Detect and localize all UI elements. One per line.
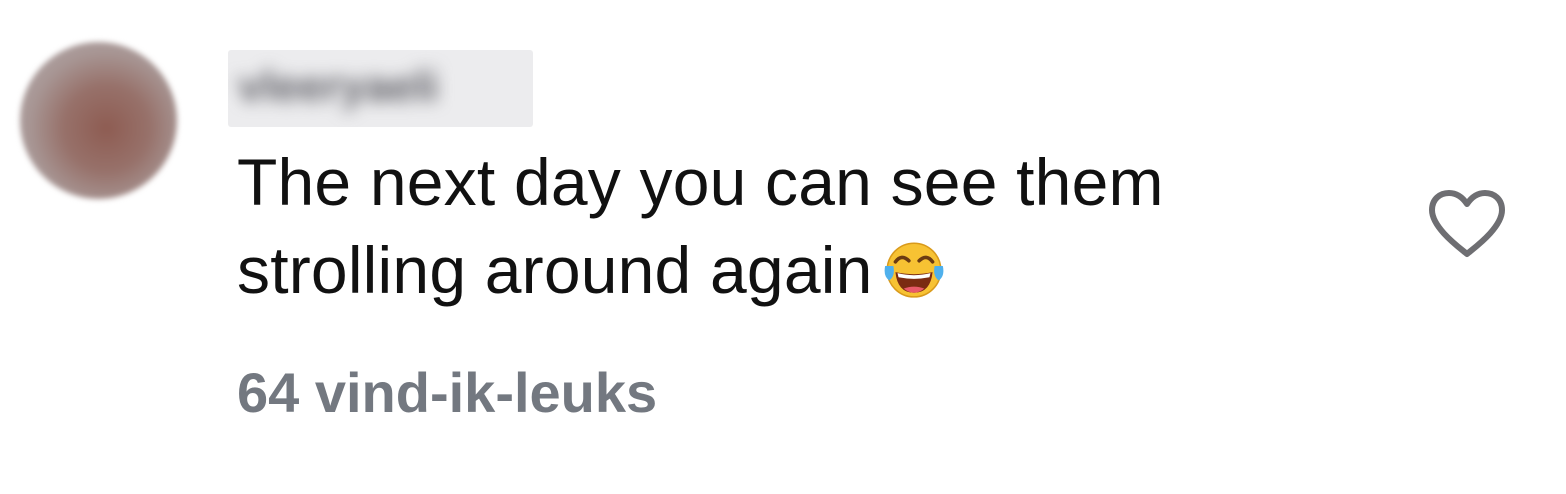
- comment-body: The next day you can see them strolling …: [237, 138, 1337, 314]
- face-with-tears-of-joy-icon: [884, 242, 943, 298]
- likes-count[interactable]: 64 vind-ik-leuks: [237, 360, 657, 425]
- username-label: vleeryaeli: [238, 62, 439, 111]
- comment-item: vleeryaeli The next day you can see them…: [0, 0, 1566, 494]
- comment-text: The next day you can see them strolling …: [237, 145, 1164, 307]
- avatar[interactable]: [20, 42, 177, 199]
- heart-outline-icon[interactable]: [1426, 188, 1508, 260]
- username-blurred[interactable]: vleeryaeli: [228, 50, 533, 127]
